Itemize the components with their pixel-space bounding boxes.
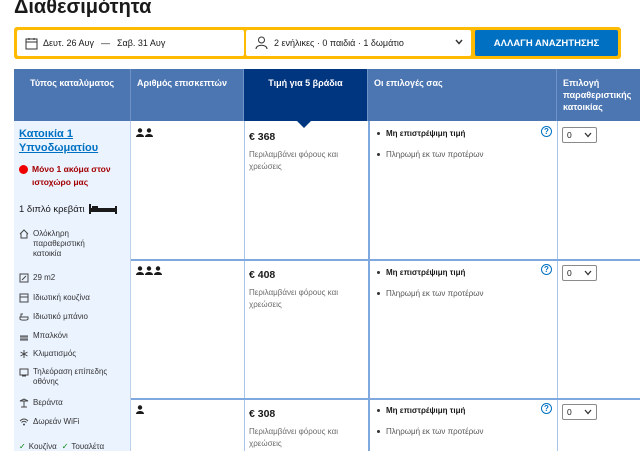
option-item: Μη επιστρέψιμη τιμή [377,268,465,277]
person-icon [255,36,268,50]
checkout-date: Σαβ. 31 Αυγ [116,38,166,48]
checkin-date: Δευτ. 26 Αυγ [43,38,94,48]
facility-item: Ιδιωτική κουζίνα [19,293,127,303]
bath-icon [19,313,29,321]
sort-indicator [297,121,311,128]
chevron-down-icon [584,132,592,138]
size-icon [19,273,29,283]
facility-item: 29 m2 [19,273,127,283]
room-quantity-select[interactable]: 0 [562,404,597,420]
terrace-icon [19,398,29,408]
header-options: Οι επιλογές σας [368,69,557,121]
divider [557,121,558,451]
date-picker[interactable]: Δευτ. 26 Αυγ — Σαβ. 31 Αυγ [17,30,244,56]
calendar-icon [25,37,38,49]
room-quantity-select[interactable]: 0 [562,127,597,143]
price: € 368 [249,131,276,143]
price: € 408 [249,269,276,281]
wifi-icon [19,418,29,426]
header-guests: Αριθμός επισκεπτών [131,69,244,121]
amenity-list: ✓ Κουζίνα ✓ Τουαλέτα [19,442,105,451]
option-item: Πληρωμή εκ των προτέρων [377,150,484,159]
tv-icon [19,368,29,377]
option-item: Μη επιστρέψιμη τιμή [377,406,465,415]
help-icon[interactable]: ? [541,126,552,137]
bed-info: 1 διπλό κρεβάτι [19,203,118,215]
facility-item: Ολόκληρη παραθεριστική κατοικία [19,229,127,259]
check-icon: ✓ [61,442,69,451]
help-icon[interactable]: ? [541,264,552,275]
row-divider [131,398,640,400]
divider [368,121,370,451]
bed-icon [88,204,117,214]
alert-dot-icon [19,165,28,174]
balcony-icon [20,335,28,341]
chevron-down-icon [584,409,592,415]
header-select: Επιλογή παραθεριστικής κατοικίας [563,78,632,112]
option-item: Πληρωμή εκ των προτέρων [377,427,484,436]
date-separator: — [100,38,110,48]
help-icon[interactable]: ? [541,403,552,414]
guests-3-icon [136,266,162,275]
chevron-down-icon [455,39,463,45]
facility-item: Μπαλκόνι [19,331,127,341]
snowflake-icon [20,350,28,358]
price-note: Περιλαμβάνει φόρους και χρεώσεις [249,427,338,448]
scarcity-text: Μόνο 1 ακόμα στον ιστοχώρο μας [32,164,111,187]
change-search-button[interactable]: ΑΛΛΑΓΗ ΑΝΑΖΗΤΗΣΗΣ [475,30,618,56]
table-header: Τύπος καταλύματος Αριθμός επισκεπτών Τιμ… [14,69,640,121]
facility-item: Ιδιωτικό μπάνιο [19,312,127,322]
option-item: Μη επιστρέψιμη τιμή [377,129,465,138]
price-note: Περιλαμβάνει φόρους και χρεώσεις [249,150,338,171]
guests-summary: 2 ενήλικες · 0 παιδιά · 1 δωμάτιο [274,38,404,48]
price-note: Περιλαμβάνει φόρους και χρεώσεις [249,288,338,309]
guests-selector[interactable]: 2 ενήλικες · 0 παιδιά · 1 δωμάτιο [246,30,471,56]
facility-item: Κλιματισμός [19,349,127,359]
facility-item: Τηλεόραση επίπεδης οθόνης [19,367,127,387]
room-quantity-select[interactable]: 0 [562,265,597,281]
header-price[interactable]: Τιμή για 5 βράδια [244,69,368,121]
facility-item: Δωρεάν WiFi [19,417,127,427]
bed-text: 1 διπλό κρεβάτι [19,203,85,215]
check-icon: ✓ [19,442,26,451]
option-item: Πληρωμή εκ των προτέρων [377,289,484,298]
search-bar: Δευτ. 26 Αυγ — Σαβ. 31 Αυγ 2 ενήλικες · … [14,27,621,59]
scarcity-badge: Μόνο 1 ακόμα στον ιστοχώρο μας [19,163,124,189]
room-name-link[interactable]: Κατοικία 1 Υπνοδωματίου [19,127,119,155]
page-title: Διαθεσιμότητα [14,0,152,18]
kitchen-icon [19,293,29,303]
guests-1-icon [136,405,144,414]
chevron-down-icon [584,270,592,276]
divider [244,121,245,451]
guests-2-icon [136,128,153,137]
header-room-type: Τύπος καταλύματος [14,69,131,121]
row-divider [131,259,640,261]
house-icon [19,229,29,239]
price: € 308 [249,408,276,420]
facility-item: Βεράντα [19,398,127,408]
